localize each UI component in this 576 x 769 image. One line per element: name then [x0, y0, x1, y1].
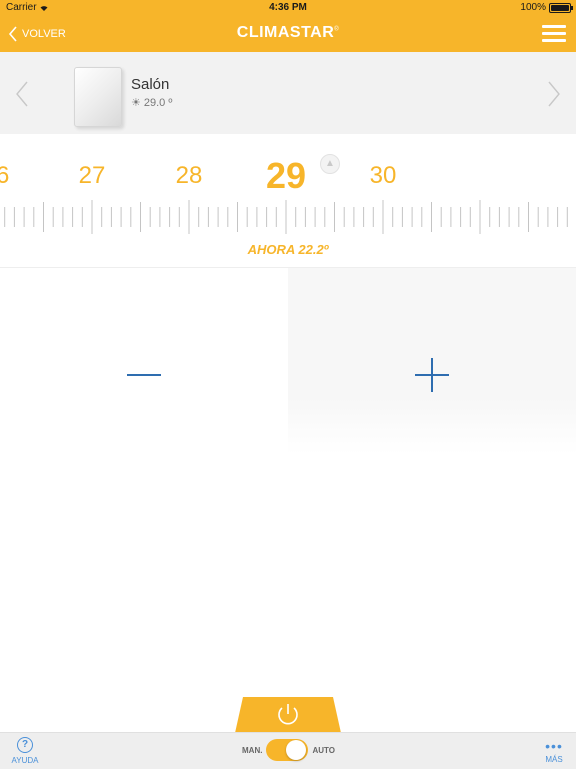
mode-manual-label: MAN. [242, 745, 263, 755]
minus-icon [127, 374, 161, 376]
mode-auto-label: AUTO [312, 745, 335, 755]
battery-indicator: 100% [520, 2, 573, 13]
device-temperature-value: 29.0 º [143, 96, 173, 109]
device-temperature: ☀ 29.0 º [131, 96, 173, 110]
increase-temperature-button[interactable] [288, 268, 576, 454]
device-image [74, 67, 122, 127]
more-label: MÁS [545, 755, 563, 764]
chevron-left-icon [16, 81, 28, 107]
bottom-toolbar: ? AYUDA MAN. AUTO ••• MÁS [0, 732, 576, 769]
previous-device-button[interactable] [12, 80, 32, 108]
status-bar: Carrier 4:36 PM 100% [0, 0, 576, 16]
menu-button[interactable] [542, 25, 566, 43]
scale-value: 28 [175, 162, 203, 189]
help-button[interactable]: ? AYUDA [8, 737, 42, 767]
mode-switch: MAN. AUTO [242, 737, 342, 763]
next-device-button[interactable] [544, 80, 564, 108]
scale-ruler [4, 200, 568, 234]
arrow-up-icon[interactable]: ▲ [320, 154, 340, 174]
scale-value: 30 [369, 162, 397, 189]
sun-icon: ☀ [131, 97, 141, 109]
device-name: Salón [131, 76, 170, 93]
scale-value: 27 [78, 162, 106, 189]
help-label: AYUDA [11, 756, 39, 765]
plus-icon [415, 358, 449, 392]
help-icon: ? [17, 737, 33, 753]
decrease-temperature-button[interactable] [0, 268, 288, 454]
climastar-logo: CLIMASTAR® [236, 24, 340, 41]
more-button[interactable]: ••• MÁS [540, 738, 568, 767]
setpoint-value: 29 [265, 155, 307, 196]
nav-bar: VOLVER CLIMASTAR® [0, 16, 576, 52]
power-button[interactable] [235, 697, 341, 733]
temperature-scale[interactable]: 26 27 28 29 30 ▲ AHORA 22.2º [0, 134, 576, 268]
mode-toggle[interactable] [266, 739, 309, 761]
device-selector: Salón ☀ 29.0 º [0, 52, 576, 134]
chevron-right-icon [548, 81, 560, 107]
battery-label: 100% [520, 2, 546, 13]
status-time: 4:36 PM [269, 2, 307, 13]
scale-value: 26 [0, 162, 10, 189]
more-icon: ••• [545, 738, 563, 754]
battery-icon [549, 2, 573, 13]
current-temperature-label: AHORA 22.2º [247, 242, 329, 257]
